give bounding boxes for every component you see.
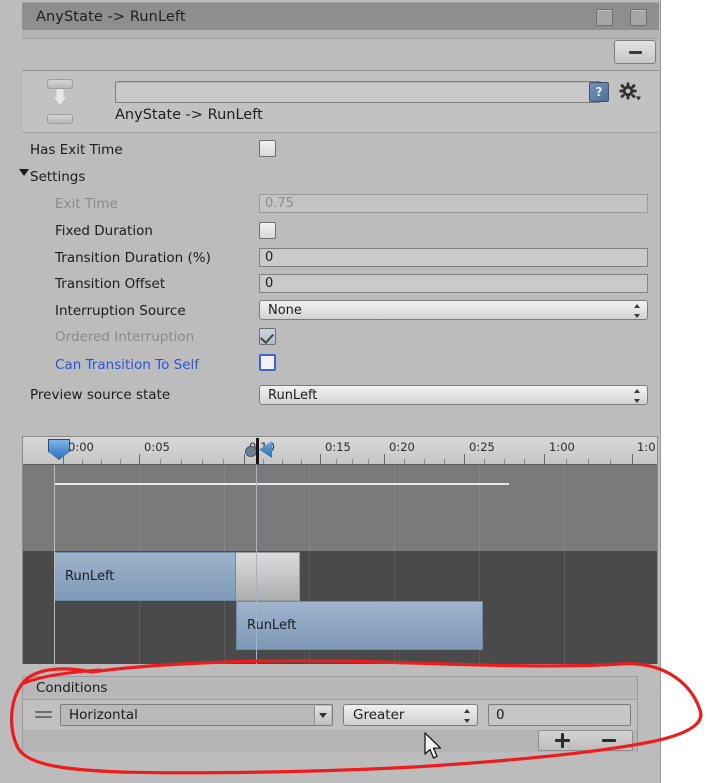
fixed-duration-label: Fixed Duration [55, 223, 153, 239]
condition-drag-handle-icon[interactable] [35, 711, 52, 719]
title-bar-underline [22, 30, 659, 39]
condition-row: Horizontal Greater 0 [23, 700, 637, 730]
row-has-exit-time: Has Exit Time [0, 136, 661, 164]
gear-icon-svg [619, 82, 641, 101]
playhead-triangle-icon [259, 441, 272, 458]
timeline-playhead-line [256, 465, 257, 664]
chevron-updown-icon [463, 709, 470, 723]
component-header-strip [22, 39, 659, 67]
timeline-ruler[interactable]: 0:00 0:05 0:10 0:15 0:20 0:25 1:00 1:0 [23, 437, 657, 465]
settings-foldout-arrow-icon [19, 169, 29, 176]
row-exit-time: Exit Time 0.75 [0, 190, 661, 218]
unity-inspector-screenshot: AnyState -> RunLeft ? AnyState -> RunLef… [0, 0, 710, 783]
add-condition-button[interactable] [555, 733, 570, 748]
timeline-parameter-track [23, 465, 657, 551]
fixed-duration-checkbox[interactable] [259, 222, 276, 239]
remove-component-button[interactable] [614, 40, 656, 64]
blend-region-bar[interactable] [236, 552, 300, 601]
row-fixed-duration: Fixed Duration [0, 218, 661, 244]
titlebar-toggle-2[interactable] [630, 9, 647, 26]
transition-icon-top-node [47, 79, 73, 89]
source-clip-bar[interactable]: RunLeft [54, 552, 236, 601]
row-transition-offset: Transition Offset 0 [0, 271, 661, 297]
mouse-cursor [424, 732, 442, 759]
exit-time-field[interactable]: 0.75 [259, 194, 648, 213]
properties-list: Has Exit Time Settings Exit Time 0.75 Fi… [0, 136, 661, 410]
title-bar-toggle-group [596, 9, 647, 26]
destination-clip-bar[interactable]: RunLeft [236, 601, 483, 650]
can-transition-to-self-label: Can Transition To Self [55, 357, 200, 373]
conditions-panel: Conditions Horizontal Greater 0 [22, 676, 638, 752]
interruption-source-value: None [268, 302, 302, 318]
condition-operator-dropdown[interactable]: Greater [343, 704, 478, 726]
minus-icon [628, 50, 642, 54]
gear-icon[interactable] [618, 81, 642, 103]
transition-icon-arrow [54, 89, 66, 105]
tick-label: 1:0 [637, 440, 656, 454]
transition-duration-label: Transition Duration (%) [55, 249, 211, 266]
tick-label: 0:25 [469, 440, 495, 454]
tick-label: 0:15 [325, 440, 351, 454]
row-settings-foldout[interactable]: Settings [0, 164, 661, 190]
condition-parameter-dropdown[interactable]: Horizontal [60, 704, 333, 726]
transition-preview-timeline[interactable]: 0:00 0:05 0:10 0:15 0:20 0:25 1:00 1:0 R… [22, 436, 658, 664]
tick-label: 0:00 [68, 440, 94, 454]
preview-source-state-label: Preview source state [30, 387, 171, 403]
transition-icon-bottom-node [47, 114, 73, 124]
conditions-footer [23, 730, 637, 752]
timeline-body[interactable]: RunLeft RunLeft [23, 465, 657, 664]
exit-time-label: Exit Time [55, 196, 118, 212]
chevron-down-icon [314, 706, 331, 724]
playhead-bar [256, 438, 259, 464]
row-interruption-source: Interruption Source None [0, 297, 661, 324]
transition-icon [45, 79, 75, 125]
has-exit-time-checkbox[interactable] [259, 140, 276, 157]
source-clip-label: RunLeft [65, 569, 115, 584]
timeline-start-line [54, 465, 55, 664]
tick-label: 1:00 [549, 440, 575, 454]
row-preview-source-state: Preview source state RunLeft [0, 380, 661, 410]
row-transition-duration: Transition Duration (%) 0 [0, 244, 661, 271]
condition-parameter-value: Horizontal [69, 707, 138, 723]
interruption-source-label: Interruption Source [55, 302, 186, 319]
interruption-source-dropdown[interactable]: None [259, 300, 648, 320]
preview-source-state-value: RunLeft [268, 387, 318, 403]
titlebar-toggle-1[interactable] [596, 9, 613, 26]
transition-duration-field[interactable]: 0 [259, 248, 648, 267]
has-exit-time-label: Has Exit Time [30, 142, 123, 158]
page-title: AnyState -> RunLeft [36, 8, 186, 25]
transition-offset-field[interactable]: 0 [259, 274, 648, 293]
animator-transition-inspector-panel: AnyState -> RunLeft ? AnyState -> RunLef… [0, 0, 661, 783]
transition-name-input[interactable] [115, 81, 601, 103]
timeline-playhead-handle[interactable] [245, 438, 275, 464]
transition-subtitle: AnyState -> RunLeft [115, 107, 263, 123]
tick-label: 0:05 [144, 440, 170, 454]
ordered-interruption-label: Ordered Interruption [55, 329, 195, 345]
transition-object-block: ? AnyState -> RunLeft [22, 70, 659, 133]
window-title-bar: AnyState -> RunLeft [22, 2, 659, 30]
transition-offset-label: Transition Offset [55, 276, 166, 292]
preview-source-state-dropdown[interactable]: RunLeft [259, 385, 648, 405]
parameter-curve-line [54, 483, 509, 485]
conditions-add-remove-group [538, 730, 633, 751]
can-transition-to-self-checkbox[interactable] [259, 354, 276, 371]
row-can-transition-to-self: Can Transition To Self [0, 350, 661, 380]
tick-label: 0:20 [389, 440, 415, 454]
ordered-interruption-checkbox[interactable] [259, 328, 276, 345]
condition-operator-value: Greater [353, 707, 405, 723]
help-book-icon[interactable]: ? [589, 82, 609, 102]
condition-value-field[interactable]: 0 [488, 704, 631, 726]
conditions-header: Conditions [23, 677, 637, 700]
remove-condition-button[interactable] [602, 739, 616, 742]
settings-label: Settings [30, 169, 86, 185]
destination-clip-label: RunLeft [247, 618, 297, 633]
timeline-clip-track: RunLeft RunLeft [23, 551, 657, 664]
chevron-updown-icon [633, 304, 640, 318]
row-ordered-interruption: Ordered Interruption [0, 324, 661, 350]
chevron-updown-icon [633, 389, 640, 403]
timeline-start-marker[interactable] [48, 439, 70, 460]
